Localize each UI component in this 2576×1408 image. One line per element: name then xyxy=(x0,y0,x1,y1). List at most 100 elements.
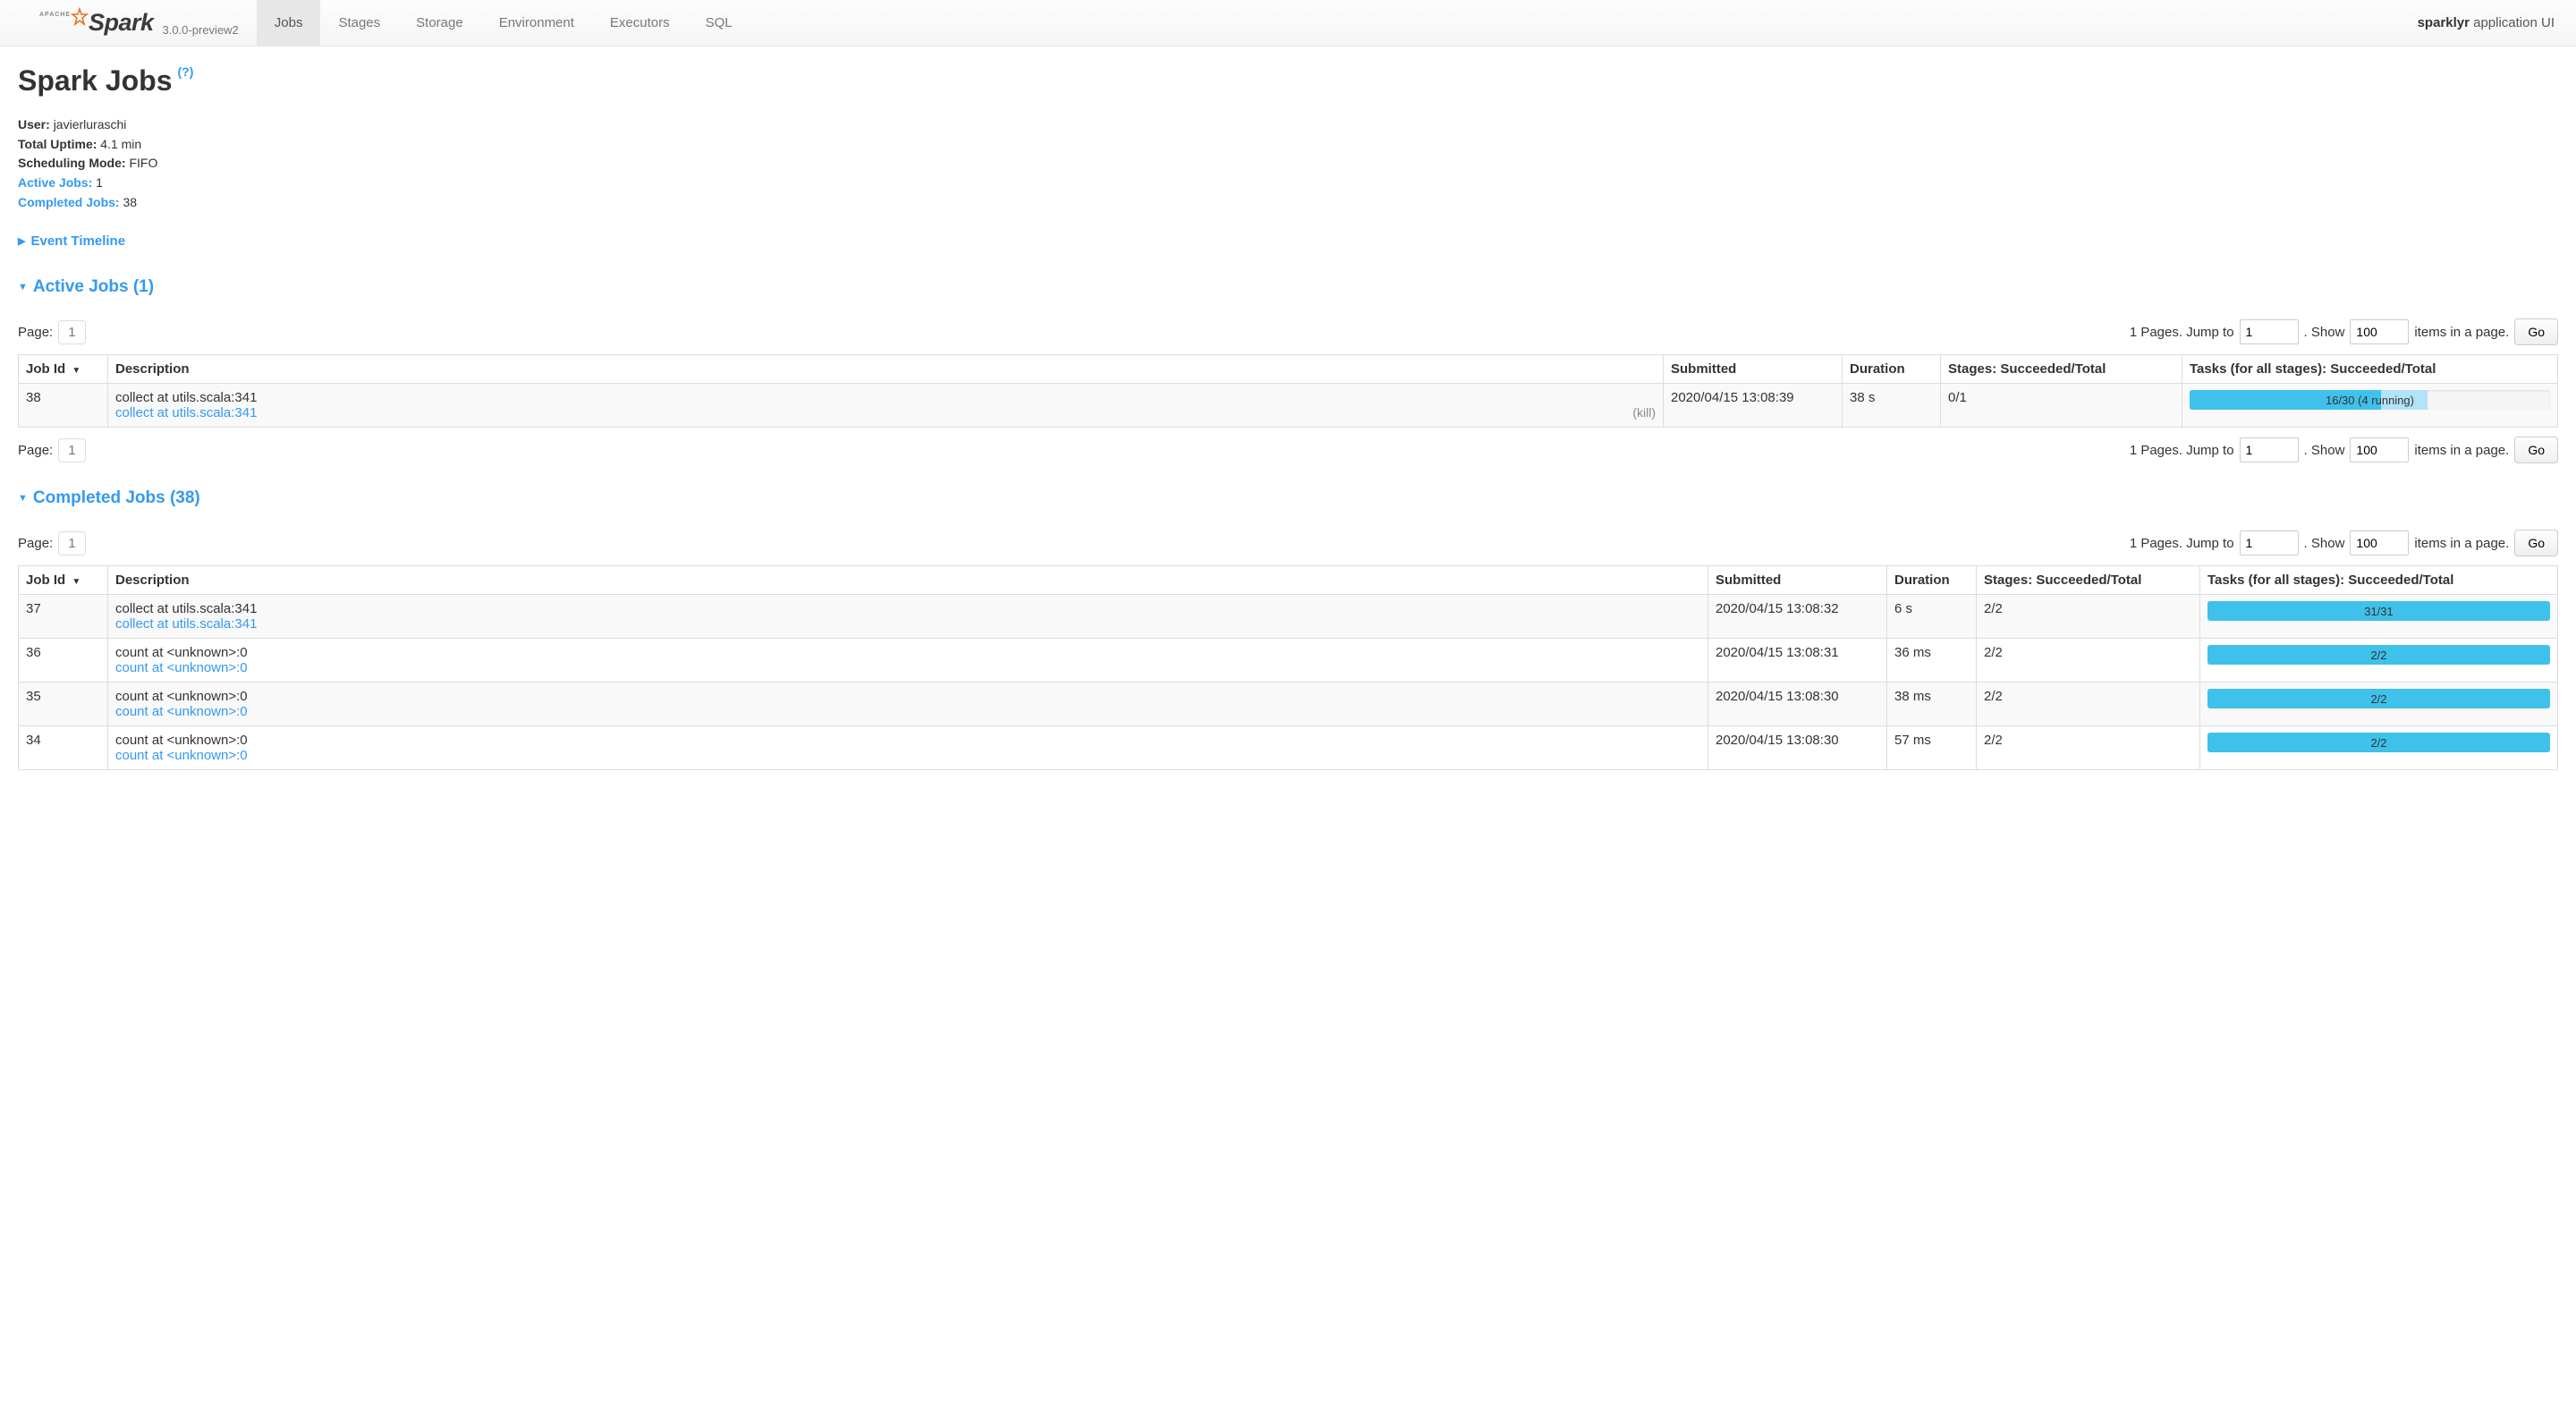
page-size-input[interactable] xyxy=(2350,530,2409,556)
nav-tab-jobs[interactable]: Jobs xyxy=(257,0,321,46)
job-id-cell: 34 xyxy=(19,726,108,770)
completed-jobs-link[interactable]: Completed Jobs: xyxy=(18,195,120,209)
active-jobs-toggle[interactable]: ▼ Active Jobs (1) xyxy=(18,277,154,297)
jump-to-input[interactable] xyxy=(2240,319,2299,344)
col-tasks[interactable]: Tasks (for all stages): Succeeded/Total xyxy=(2200,566,2558,595)
page-number[interactable]: 1 xyxy=(58,438,85,462)
col-submitted[interactable]: Submitted xyxy=(1708,566,1887,595)
col-duration[interactable]: Duration xyxy=(1843,355,1941,384)
nav-tab-sql[interactable]: SQL xyxy=(688,0,750,46)
page-size-input[interactable] xyxy=(2350,437,2409,462)
job-description-link[interactable]: collect at utils.scala:341 xyxy=(115,616,257,632)
event-timeline-toggle[interactable]: ▶ Event Timeline xyxy=(18,233,125,249)
go-button[interactable]: Go xyxy=(2514,437,2558,463)
caret-down-icon: ▼ xyxy=(18,282,28,293)
col-duration[interactable]: Duration xyxy=(1887,566,1977,595)
sort-desc-icon: ▼ xyxy=(72,366,80,376)
description-cell: count at <unknown>:0count at <unknown>:0 xyxy=(108,683,1708,726)
col-job-id[interactable]: Job Id ▼ xyxy=(19,355,108,384)
active-pager-top: Page: 1 1 Pages. Jump to . Show items in… xyxy=(18,318,2558,345)
nav-tab-storage[interactable]: Storage xyxy=(398,0,481,46)
navbar: APACHE Spark 3.0.0-preview2 JobsStagesSt… xyxy=(0,0,2576,47)
task-progress-bar: 31/31 xyxy=(2207,601,2550,621)
col-submitted[interactable]: Submitted xyxy=(1664,355,1843,384)
nav-tabs: JobsStagesStorageEnvironmentExecutorsSQL xyxy=(257,0,750,46)
completed-jobs-table: Job Id ▼ Description Submitted Duration … xyxy=(18,565,2558,770)
task-progress-bar: 2/2 xyxy=(2207,689,2550,708)
active-pager-bottom: Page: 1 1 Pages. Jump to . Show items in… xyxy=(18,437,2558,463)
tasks-cell: 2/2 xyxy=(2200,726,2558,770)
page-number[interactable]: 1 xyxy=(58,320,85,344)
spark-logo-icon: APACHE Spark xyxy=(34,9,153,37)
tasks-cell: 16/30 (4 running) xyxy=(2182,384,2558,428)
col-stages[interactable]: Stages: Succeeded/Total xyxy=(1941,355,2182,384)
nav-tab-executors[interactable]: Executors xyxy=(592,0,688,46)
tasks-cell: 2/2 xyxy=(2200,683,2558,726)
go-button[interactable]: Go xyxy=(2514,530,2558,556)
completed-jobs-toggle[interactable]: ▼ Completed Jobs (38) xyxy=(18,488,200,508)
submitted-cell: 2020/04/15 13:08:39 xyxy=(1664,384,1843,428)
col-tasks[interactable]: Tasks (for all stages): Succeeded/Total xyxy=(2182,355,2558,384)
kill-link[interactable]: (kill) xyxy=(1632,405,1656,420)
description-cell: collect at utils.scala:341collect at uti… xyxy=(108,595,1708,639)
page-title: Spark Jobs (?) xyxy=(18,64,2558,98)
task-progress-bar: 2/2 xyxy=(2207,645,2550,665)
jump-to-input[interactable] xyxy=(2240,530,2299,556)
go-button[interactable]: Go xyxy=(2514,318,2558,345)
sort-desc-icon: ▼ xyxy=(72,577,80,587)
submitted-cell: 2020/04/15 13:08:30 xyxy=(1708,726,1887,770)
brand-version: 3.0.0-preview2 xyxy=(162,23,238,37)
jump-to-input[interactable] xyxy=(2240,437,2299,462)
help-icon[interactable]: (?) xyxy=(178,64,194,79)
table-row: 35count at <unknown>:0count at <unknown>… xyxy=(19,683,2558,726)
duration-cell: 38 s xyxy=(1843,384,1941,428)
caret-right-icon: ▶ xyxy=(18,235,25,247)
stages-cell: 2/2 xyxy=(1977,726,2200,770)
stages-cell: 2/2 xyxy=(1977,595,2200,639)
submitted-cell: 2020/04/15 13:08:30 xyxy=(1708,683,1887,726)
job-description-link[interactable]: collect at utils.scala:341 xyxy=(115,405,257,420)
caret-down-icon: ▼ xyxy=(18,493,28,504)
job-id-cell: 36 xyxy=(19,639,108,683)
job-id-cell: 37 xyxy=(19,595,108,639)
tasks-cell: 31/31 xyxy=(2200,595,2558,639)
job-description-link[interactable]: count at <unknown>:0 xyxy=(115,748,248,763)
job-description-link[interactable]: count at <unknown>:0 xyxy=(115,704,248,719)
task-progress-bar: 16/30 (4 running) xyxy=(2190,390,2550,410)
brand[interactable]: APACHE Spark 3.0.0-preview2 xyxy=(9,9,257,37)
col-description[interactable]: Description xyxy=(108,355,1664,384)
job-id-cell: 38 xyxy=(19,384,108,428)
table-row: 38collect at utils.scala:341collect at u… xyxy=(19,384,2558,428)
task-progress-bar: 2/2 xyxy=(2207,733,2550,752)
table-row: 36count at <unknown>:0count at <unknown>… xyxy=(19,639,2558,683)
active-jobs-table: Job Id ▼ Description Submitted Duration … xyxy=(18,354,2558,428)
table-row: 37collect at utils.scala:341collect at u… xyxy=(19,595,2558,639)
duration-cell: 57 ms xyxy=(1887,726,1977,770)
description-cell: count at <unknown>:0count at <unknown>:0 xyxy=(108,726,1708,770)
col-job-id[interactable]: Job Id ▼ xyxy=(19,566,108,595)
stages-cell: 2/2 xyxy=(1977,639,2200,683)
stages-cell: 2/2 xyxy=(1977,683,2200,726)
active-jobs-link[interactable]: Active Jobs: xyxy=(18,175,92,190)
nav-tab-environment[interactable]: Environment xyxy=(481,0,592,46)
submitted-cell: 2020/04/15 13:08:32 xyxy=(1708,595,1887,639)
job-id-cell: 35 xyxy=(19,683,108,726)
stages-cell: 0/1 xyxy=(1941,384,2182,428)
duration-cell: 36 ms xyxy=(1887,639,1977,683)
col-stages[interactable]: Stages: Succeeded/Total xyxy=(1977,566,2200,595)
tasks-cell: 2/2 xyxy=(2200,639,2558,683)
description-cell: count at <unknown>:0count at <unknown>:0 xyxy=(108,639,1708,683)
app-name: sparklyr application UI xyxy=(2418,15,2567,30)
col-description[interactable]: Description xyxy=(108,566,1708,595)
nav-tab-stages[interactable]: Stages xyxy=(320,0,398,46)
job-description-link[interactable]: count at <unknown>:0 xyxy=(115,660,248,675)
page-number[interactable]: 1 xyxy=(58,531,85,556)
description-cell: collect at utils.scala:341collect at uti… xyxy=(108,384,1664,428)
duration-cell: 38 ms xyxy=(1887,683,1977,726)
job-summary: User: javierluraschi Total Uptime: 4.1 m… xyxy=(18,115,2558,212)
duration-cell: 6 s xyxy=(1887,595,1977,639)
page-size-input[interactable] xyxy=(2350,319,2409,344)
completed-pager-top: Page: 1 1 Pages. Jump to . Show items in… xyxy=(18,530,2558,556)
submitted-cell: 2020/04/15 13:08:31 xyxy=(1708,639,1887,683)
table-row: 34count at <unknown>:0count at <unknown>… xyxy=(19,726,2558,770)
